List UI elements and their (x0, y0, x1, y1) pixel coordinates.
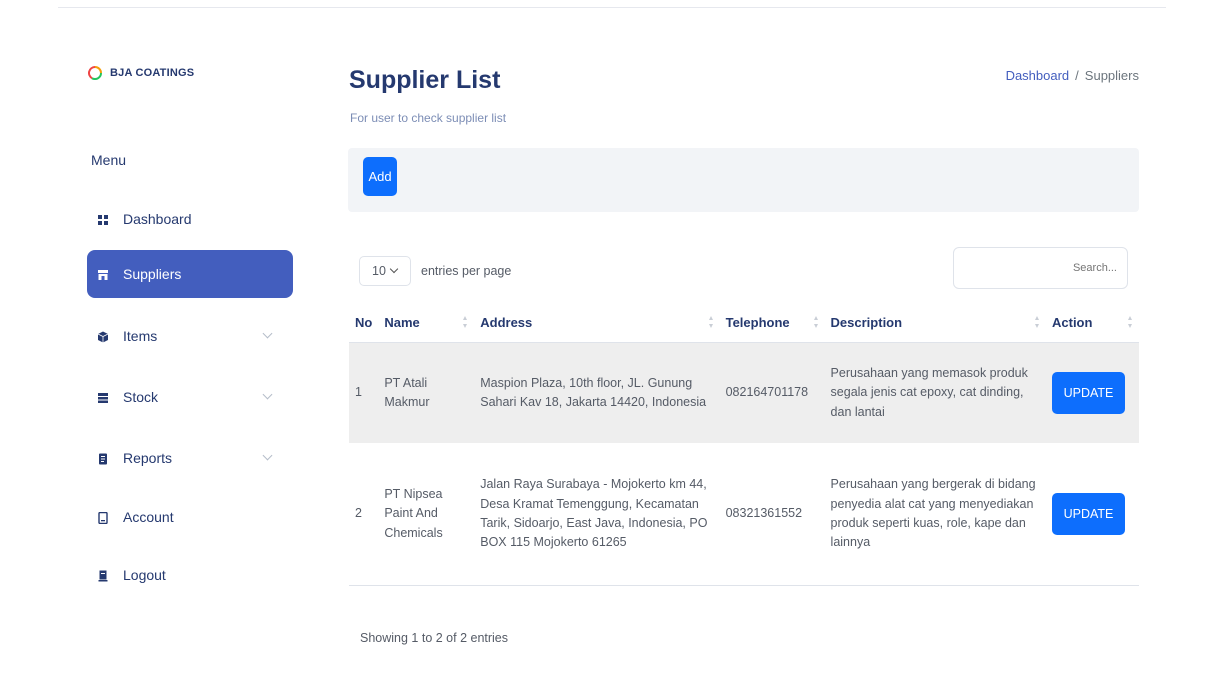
cell-address: Jalan Raya Surabaya - Mojokerto km 44, D… (474, 443, 720, 586)
column-header-label: Action (1052, 314, 1093, 330)
sidebar-item-stock[interactable]: Stock (87, 373, 293, 421)
chevron-down-icon (389, 264, 399, 274)
sort-icon (813, 314, 819, 330)
cell-no: 1 (349, 342, 379, 443)
sidebar-item-logout[interactable]: Logout (87, 551, 293, 599)
suppliers-table: No Name Address Telephone Description Ac… (349, 302, 1139, 586)
update-button[interactable]: UPDATE (1052, 493, 1125, 535)
breadcrumb-separator: / (1075, 68, 1079, 83)
cell-telephone: 08321361552 (719, 443, 825, 586)
sidebar-item-label: Logout (123, 567, 166, 583)
sort-icon (463, 314, 468, 330)
shop-icon (97, 268, 109, 280)
entries-per-page-select[interactable]: 10 (359, 256, 411, 286)
grid-icon (97, 213, 109, 225)
cell-action: UPDATE (1046, 443, 1139, 586)
sort-icon (708, 314, 714, 330)
cell-action: UPDATE (1046, 342, 1139, 443)
sidebar-item-items[interactable]: Items (87, 312, 293, 360)
logout-icon (97, 569, 109, 582)
top-divider (58, 7, 1166, 8)
sidebar-item-account[interactable]: Account (87, 493, 293, 541)
table-header-row: No Name Address Telephone Description Ac… (349, 302, 1139, 343)
sidebar-item-suppliers[interactable]: Suppliers (87, 250, 293, 298)
menu-title: Menu (91, 152, 127, 168)
brand-name: BJA COATINGS (110, 67, 195, 79)
cell-no: 2 (349, 443, 379, 586)
sort-icon (1128, 314, 1133, 330)
brand-logo[interactable]: BJA COATINGS (88, 66, 194, 80)
column-header-action[interactable]: Action (1046, 302, 1139, 343)
search-input[interactable] (953, 247, 1128, 289)
sidebar-item-label: Stock (123, 389, 159, 405)
cell-address: Maspion Plaza, 10th floor, JL. Gunung Sa… (474, 342, 720, 443)
cell-description: Perusahaan yang memasok produk segala je… (824, 342, 1046, 443)
cell-name: PT Nipsea Paint And Chemicals (378, 443, 475, 586)
add-supplier-button[interactable]: Add (363, 157, 397, 196)
column-header-label: Name (384, 314, 420, 330)
entries-per-page-control: 10 entries per page (359, 256, 511, 286)
page-subtitle: For user to check supplier list (350, 111, 507, 125)
page-title: Supplier List (349, 66, 501, 94)
sidebar-item-dashboard[interactable]: Dashboard (87, 195, 293, 243)
box-icon (97, 330, 109, 343)
sidebar-item-label: Items (123, 328, 158, 344)
cell-telephone: 082164701178 (719, 342, 825, 443)
table-row: 1 PT Atali Makmur Maspion Plaza, 10th fl… (349, 342, 1139, 443)
logo-icon (88, 66, 102, 80)
column-header-label: Description (830, 314, 903, 330)
sidebar-item-reports[interactable]: Reports (87, 434, 293, 482)
cell-name: PT Atali Makmur (378, 342, 475, 443)
column-header-description[interactable]: Description (824, 302, 1046, 343)
entries-value: 10 (372, 264, 386, 278)
action-toolbar: Add (348, 148, 1139, 212)
cell-description: Perusahaan yang bergerak di bidang penye… (824, 443, 1046, 586)
chevron-down-icon (262, 328, 273, 339)
account-icon (97, 511, 109, 525)
chevron-down-icon (262, 450, 273, 461)
sort-icon (1035, 314, 1040, 330)
column-header-no[interactable]: No (349, 302, 379, 343)
column-header-label: Address (480, 314, 533, 330)
sidebar-item-label: Reports (123, 450, 173, 466)
chevron-down-icon (262, 389, 273, 400)
sidebar-item-label: Dashboard (123, 211, 192, 227)
column-header-label: Telephone (725, 314, 790, 330)
sidebar-item-label: Account (123, 509, 174, 525)
table-row: 2 PT Nipsea Paint And Chemicals Jalan Ra… (349, 443, 1139, 586)
sidebar-item-label: Suppliers (123, 266, 182, 282)
breadcrumb-current: Suppliers (1084, 68, 1139, 83)
column-header-name[interactable]: Name (378, 302, 475, 343)
column-header-address[interactable]: Address (474, 302, 720, 343)
update-button[interactable]: UPDATE (1052, 372, 1125, 414)
breadcrumb-home-link[interactable]: Dashboard (1006, 68, 1070, 83)
entries-label: entries per page (421, 264, 512, 278)
breadcrumb: Dashboard / Suppliers (1006, 68, 1139, 83)
stack-icon (97, 391, 109, 403)
table-info: Showing 1 to 2 of 2 entries (360, 631, 509, 645)
column-header-telephone[interactable]: Telephone (719, 302, 825, 343)
report-icon (97, 452, 109, 465)
